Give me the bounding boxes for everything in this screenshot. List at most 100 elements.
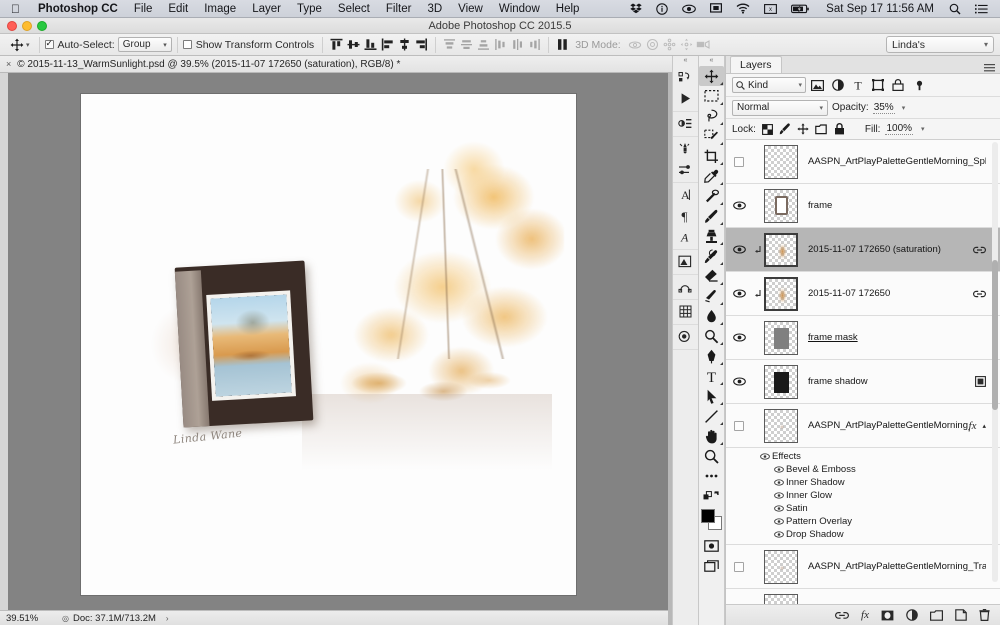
artboard[interactable]: Linda Wane xyxy=(81,94,576,595)
collapse-tools-chevron[interactable]: « xyxy=(699,56,724,66)
mask-icon[interactable] xyxy=(975,376,986,387)
layer-name[interactable]: 2015-11-07 172650 (saturation) xyxy=(798,244,973,255)
menu-view[interactable]: View xyxy=(450,0,491,18)
eyedropper-tool[interactable] xyxy=(699,166,724,186)
zoom-level-field[interactable]: 39.51% xyxy=(0,613,62,624)
distribute-vertical-centers-button[interactable] xyxy=(458,36,475,53)
table-row[interactable]: AASPN_ArtPlayPaletteGentleMorning_Transf… xyxy=(726,545,1000,589)
distribute-left-edges-button[interactable] xyxy=(492,36,509,53)
path-selection-tool[interactable] xyxy=(699,386,724,406)
chevron-up-icon[interactable]: ▴ xyxy=(982,422,986,430)
distribute-horizontal-centers-button[interactable] xyxy=(509,36,526,53)
lock-artboard-nesting[interactable] xyxy=(815,122,828,136)
slide-3d-icon[interactable] xyxy=(678,36,695,53)
color-swatches[interactable] xyxy=(699,508,724,532)
zoom-tool[interactable] xyxy=(699,446,724,466)
layer-name[interactable]: frame mask xyxy=(798,332,986,343)
menu-window[interactable]: Window xyxy=(491,0,548,18)
layer-thumbnail[interactable] xyxy=(764,549,798,584)
type-tool[interactable]: T xyxy=(699,366,724,386)
lock-position[interactable] xyxy=(797,122,810,136)
paths-panel-icon[interactable] xyxy=(673,276,697,297)
close-document-icon[interactable]: × xyxy=(6,59,11,69)
collapse-dock-chevron[interactable]: « xyxy=(673,56,698,66)
type-layers-filter[interactable]: T xyxy=(849,77,866,93)
zoom-button[interactable] xyxy=(37,21,47,31)
align-vertical-centers-button[interactable] xyxy=(345,36,362,53)
scale-3d-icon[interactable] xyxy=(695,36,712,53)
battery-icon[interactable] xyxy=(784,4,818,14)
fill-value[interactable]: 100% xyxy=(885,123,914,135)
table-row[interactable]: AASPN_ArtPlayPaletteGentleMorning_Overla… xyxy=(726,589,1000,604)
align-right-edges-button[interactable] xyxy=(413,36,430,53)
edit-toolbar-more[interactable] xyxy=(699,466,724,486)
new-layer-icon[interactable] xyxy=(955,609,967,621)
eye-icon[interactable] xyxy=(675,4,703,14)
auto-select-dropdown[interactable]: Group ▾ xyxy=(117,37,172,52)
lock-transparent-pixels[interactable] xyxy=(761,122,774,136)
color-panel-icon[interactable] xyxy=(673,326,697,347)
history-panel-icon[interactable] xyxy=(673,67,697,88)
display-icon[interactable] xyxy=(703,3,729,14)
menu-select[interactable]: Select xyxy=(330,0,378,18)
screen-mode[interactable] xyxy=(699,556,724,576)
table-row[interactable]: frame xyxy=(726,184,1000,228)
table-row[interactable]: frame mask xyxy=(726,316,1000,360)
eye-icon[interactable] xyxy=(774,492,786,499)
roll-3d-icon[interactable] xyxy=(644,36,661,53)
layer-style-fx-icon[interactable]: fx xyxy=(861,609,869,621)
layer-thumbnail[interactable] xyxy=(764,408,798,443)
lasso-tool[interactable] xyxy=(699,106,724,126)
list-item[interactable]: Drop Shadow xyxy=(726,528,1000,541)
layer-name[interactable]: 2015-11-07 172650 xyxy=(798,288,973,299)
add-layer-mask-icon[interactable] xyxy=(881,610,894,621)
layer-thumbnail[interactable] xyxy=(764,320,798,355)
document-tab-title[interactable]: © 2015-11-13_WarmSunlight.psd @ 39.5% (2… xyxy=(17,59,400,70)
rectangular-marquee-tool[interactable] xyxy=(699,86,724,106)
gradient-tool[interactable] xyxy=(699,286,724,306)
fx-icon[interactable]: fx xyxy=(969,420,977,432)
search-icon[interactable] xyxy=(942,3,968,15)
actions-panel-icon[interactable] xyxy=(673,88,697,109)
layer-name[interactable]: frame shadow xyxy=(798,376,975,387)
align-top-edges-button[interactable] xyxy=(328,36,345,53)
layer-thumbnail[interactable] xyxy=(764,364,798,399)
new-group-icon[interactable] xyxy=(930,609,943,621)
canvas-area[interactable]: Linda Wane xyxy=(0,73,668,610)
dropbox-icon[interactable] xyxy=(623,3,649,14)
move-tool-icon[interactable]: ▾ xyxy=(6,36,34,54)
default-colors-icon[interactable] xyxy=(699,486,724,506)
layer-thumbnail[interactable] xyxy=(764,188,798,223)
quick-selection-tool[interactable] xyxy=(699,126,724,146)
align-horizontal-centers-button[interactable] xyxy=(396,36,413,53)
foreground-color-swatch[interactable] xyxy=(701,509,715,523)
delete-layer-icon[interactable] xyxy=(979,609,990,621)
hand-tool[interactable] xyxy=(699,426,724,446)
new-adjustment-layer-icon[interactable] xyxy=(906,609,918,621)
effects-header-row[interactable]: Effects xyxy=(726,450,1000,463)
menu-layer[interactable]: Layer xyxy=(244,0,289,18)
menu-image[interactable]: Image xyxy=(196,0,244,18)
menu-edit[interactable]: Edit xyxy=(160,0,196,18)
line-tool[interactable] xyxy=(699,406,724,426)
table-row[interactable]: frame shadow xyxy=(726,360,1000,404)
styles-panel-icon[interactable] xyxy=(673,251,697,272)
layer-name[interactable]: AASPN_ArtPlayPaletteGentleMorning_Transf… xyxy=(798,561,986,572)
glyphs-panel-icon[interactable]: A xyxy=(673,226,697,247)
clone-stamp-tool[interactable] xyxy=(699,226,724,246)
layer-visibility-toggle[interactable] xyxy=(726,420,752,431)
layer-visibility-toggle[interactable] xyxy=(726,245,752,254)
status-expand-arrow[interactable]: › xyxy=(166,614,169,623)
fill-stepper-arrow[interactable]: ▾ xyxy=(921,125,925,133)
smart-object-filter[interactable] xyxy=(889,77,906,93)
wifi-icon[interactable] xyxy=(729,3,757,14)
brush-presets-panel-icon[interactable] xyxy=(673,159,697,180)
layer-list[interactable]: AASPN_ArtPlayPaletteGentleMorning_Splatt… xyxy=(726,140,1000,604)
screen-icon[interactable]: x xyxy=(757,3,784,14)
eye-icon[interactable] xyxy=(774,466,786,473)
eye-icon[interactable] xyxy=(774,518,786,525)
minimize-button[interactable] xyxy=(22,21,32,31)
menu-app-name[interactable]: Photoshop CC xyxy=(30,0,126,18)
link-layers-icon[interactable] xyxy=(835,611,849,620)
link-icon[interactable] xyxy=(973,290,986,298)
